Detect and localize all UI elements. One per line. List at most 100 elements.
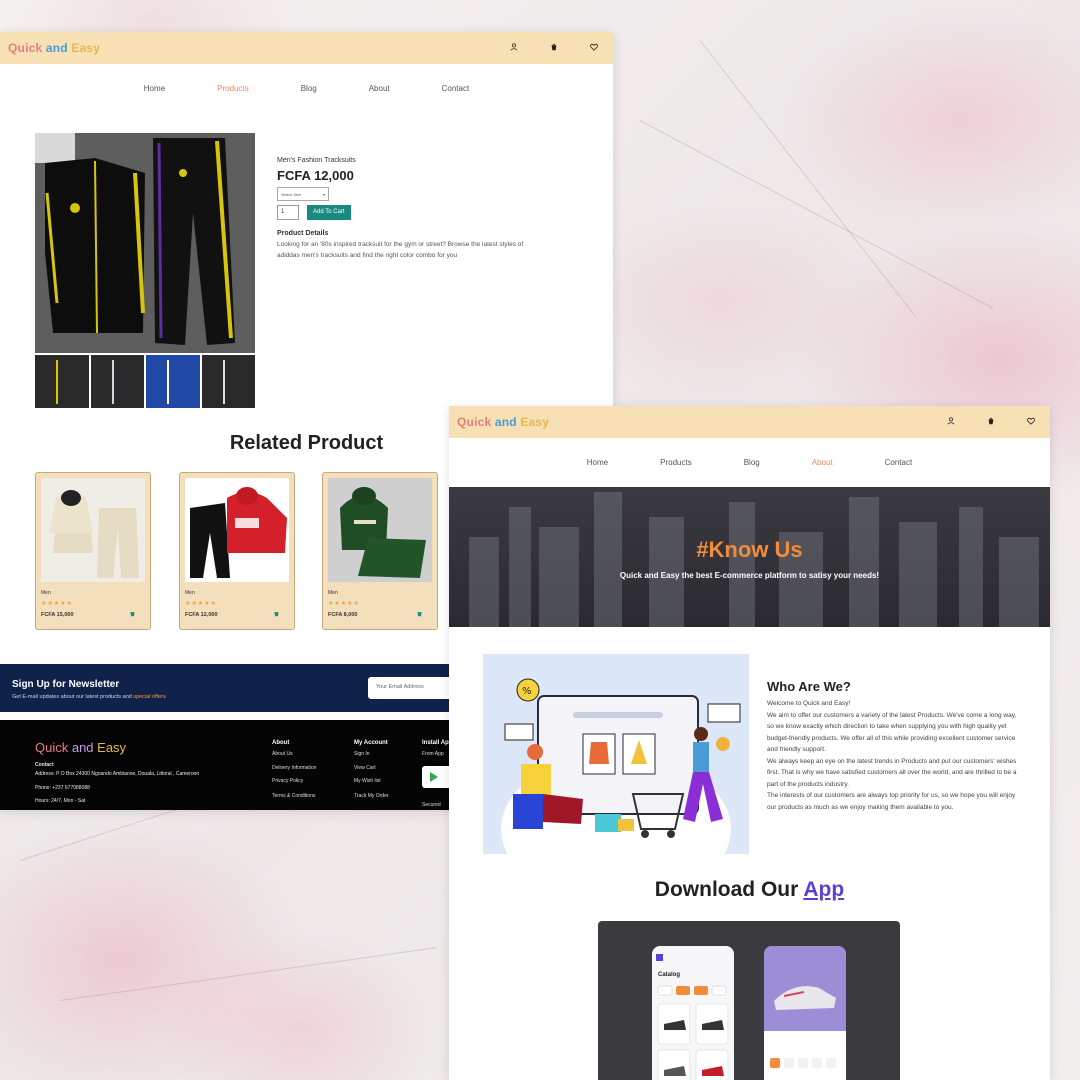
product-card-price: FCFA 8,000	[328, 612, 358, 618]
product-card[interactable]: Men ★★★★★ FCFA 12,000	[179, 472, 295, 630]
who-paragraph: The interests of our customers are alway…	[767, 792, 1016, 811]
newsletter-subtitle-text: Get E-mail updates about our latest prod…	[12, 694, 134, 700]
phone-mockup: Catalog	[652, 946, 734, 1080]
user-icon[interactable]	[509, 43, 519, 53]
nav-about[interactable]: About	[369, 84, 390, 93]
nav-contact[interactable]: Contact	[885, 458, 913, 467]
footer-link[interactable]: About Us	[272, 751, 293, 757]
rating-stars: ★★★★★	[185, 601, 217, 607]
nav-about[interactable]: About	[812, 458, 833, 467]
size-select-value: Select Size	[281, 191, 302, 197]
main-nav: Home Products Blog About Contact	[449, 438, 1050, 486]
newsletter-subtitle: Get E-mail updates about our latest prod…	[12, 694, 166, 700]
quantity-input[interactable]: 1	[277, 205, 299, 220]
footer-contact-head: Contact	[35, 762, 54, 768]
footer-link[interactable]: Delivery Information	[272, 765, 316, 771]
who-are-we-text: Welcome to Quick and Easy! We aim to off…	[767, 698, 1019, 813]
thumbnail[interactable]	[201, 355, 255, 408]
footer-link[interactable]: Track My Order	[354, 793, 389, 799]
nav-products[interactable]: Products	[217, 84, 249, 93]
footer-link[interactable]: Sign In	[354, 751, 370, 757]
hero-banner: #Know Us Quick and Easy the best E-comme…	[449, 487, 1050, 627]
user-icon[interactable]	[946, 417, 956, 427]
product-card-category: Men	[41, 590, 51, 596]
marble-vein	[699, 40, 916, 317]
footer-secured: Secured	[422, 802, 441, 808]
footer-link[interactable]: Privacy Policy	[272, 778, 303, 784]
footer-phone: Phone: +237 677088088	[35, 785, 90, 791]
brand-word: Quick	[457, 415, 495, 429]
footer-logo[interactable]: Quick and Easy	[35, 740, 126, 755]
product-card-image	[41, 478, 145, 582]
top-bar: Quick and Easy	[449, 406, 1050, 438]
product-thumbnails	[35, 355, 255, 408]
brand-word: and	[494, 415, 521, 429]
product-card-image	[328, 478, 432, 582]
thumbnail[interactable]	[90, 355, 144, 408]
shopping-illustration: %	[483, 654, 749, 854]
product-card-price: FCFA 15,000	[41, 612, 74, 618]
product-main-image	[35, 133, 255, 353]
brand-word: Easy	[71, 41, 101, 55]
thumbnail[interactable]	[146, 355, 200, 408]
app-preview: Catalog	[598, 921, 900, 1080]
product-card-price: FCFA 12,000	[185, 612, 218, 618]
nav-products[interactable]: Products	[660, 458, 692, 467]
brand-logo[interactable]: Quick and Easy	[457, 415, 549, 429]
brand-word: and	[71, 740, 98, 755]
brand-word: Easy	[97, 740, 127, 755]
about-page-window: Quick and Easy Home Products Blog About …	[449, 406, 1050, 1080]
footer-address: Address: P O Box 24300 Ngoando Ambianoe,…	[35, 771, 200, 777]
who-paragraph: We aim to offer our customers a variety …	[767, 711, 1017, 754]
heart-icon[interactable]	[589, 43, 599, 53]
cart-icon[interactable]	[273, 610, 280, 619]
product-card-category: Men	[328, 590, 338, 596]
footer-install-head: Install App	[422, 740, 453, 746]
footer-install-sub: From App	[422, 751, 444, 757]
footer-about-head: About	[272, 740, 290, 746]
nav-blog[interactable]: Blog	[301, 84, 317, 93]
cart-icon[interactable]	[416, 610, 423, 619]
add-to-cart-button[interactable]: Add To Cart	[307, 205, 351, 220]
size-select[interactable]: Select Size ▾	[277, 187, 329, 201]
product-details-text: Looking for an '80s inspired tracksuit f…	[277, 241, 524, 259]
brand-word: Quick	[35, 740, 72, 755]
product-details-title: Product Details	[277, 230, 329, 237]
svg-text:%: %	[522, 686, 532, 697]
building-silhouette	[509, 507, 531, 627]
brand-logo[interactable]: Quick and Easy	[8, 41, 100, 55]
download-title-text: Download Our	[654, 878, 804, 901]
footer-link[interactable]: View Cart	[354, 765, 376, 771]
heart-icon[interactable]	[1026, 417, 1036, 427]
download-app-link[interactable]: App	[803, 878, 844, 901]
hero-title: #Know Us	[696, 537, 803, 562]
phone-mockup	[764, 946, 846, 1080]
who-are-we-title: Who Are We?	[767, 679, 851, 694]
thumbnail[interactable]	[35, 355, 89, 408]
top-bar: Quick and Easy	[0, 32, 613, 64]
nav-contact[interactable]: Contact	[442, 84, 470, 93]
cart-row: 1 Add To Cart	[277, 205, 547, 220]
footer-link[interactable]: My Wish list	[354, 778, 381, 784]
nav-home[interactable]: Home	[587, 458, 608, 467]
newsletter-title: Sign Up for Newsletter	[12, 679, 120, 690]
building-silhouette	[959, 507, 983, 627]
footer-link[interactable]: Terms & Conditions	[272, 793, 315, 799]
footer-hours: Hours: 24/7, Mon - Sat	[35, 798, 86, 804]
product-card[interactable]: Men ★★★★★ FCFA 8,000	[322, 472, 438, 630]
nav-blog[interactable]: Blog	[744, 458, 760, 467]
product-card-category: Men	[185, 590, 195, 596]
nav-home[interactable]: Home	[144, 84, 165, 93]
top-icons	[509, 32, 599, 64]
brand-word: Easy	[520, 415, 550, 429]
brand-word: and	[45, 41, 72, 55]
product-info: Men's Fashion Tracksuits FCFA 12,000 Sel…	[277, 157, 547, 261]
hero-subtitle: Quick and Easy the best E-commerce platf…	[619, 571, 880, 580]
cart-icon[interactable]	[129, 610, 136, 619]
cart-icon[interactable]	[549, 43, 559, 53]
app-catalog-label: Catalog	[658, 972, 681, 978]
product-card[interactable]: Men ★★★★★ FCFA 15,000	[35, 472, 151, 630]
cart-icon[interactable]	[986, 417, 996, 427]
top-icons	[946, 406, 1036, 438]
chevron-down-icon: ▾	[322, 191, 325, 197]
